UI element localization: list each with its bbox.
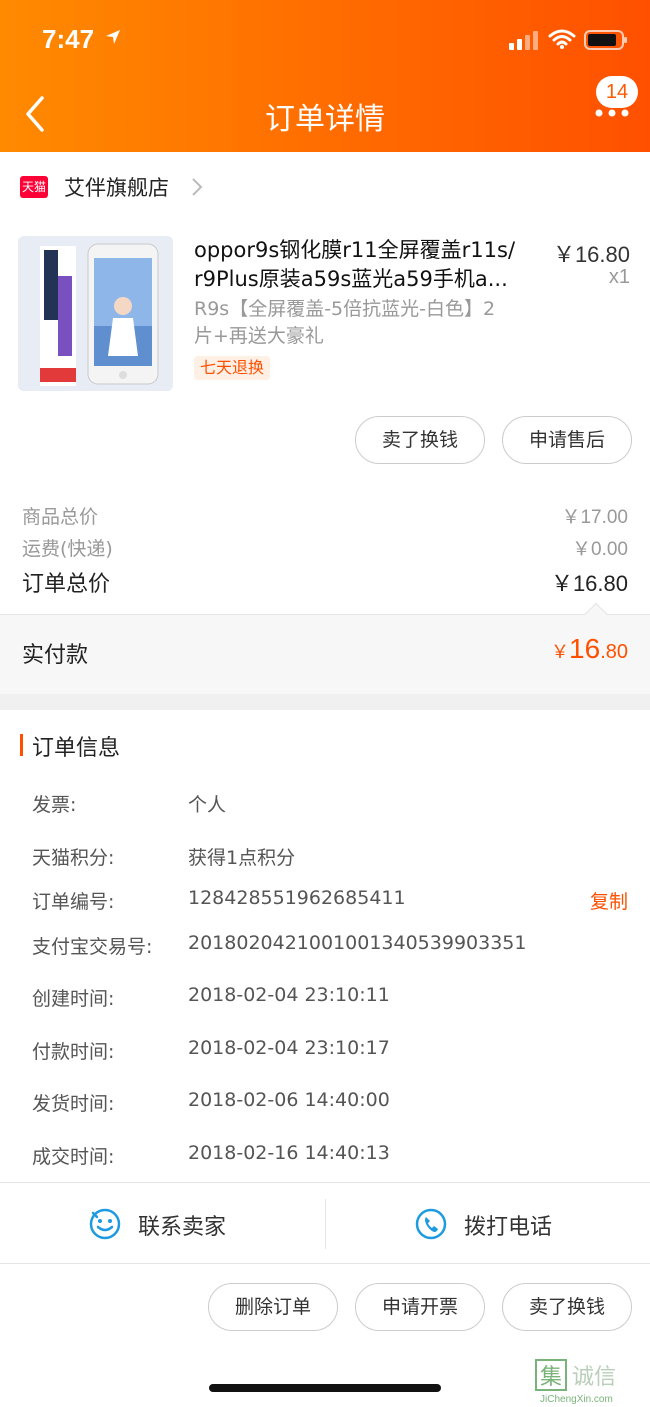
product-sku-line1: R9s【全屏覆盖-5倍抗蓝光-白色】2 xyxy=(194,298,496,320)
info-value: 获得1点积分 xyxy=(188,847,296,869)
product-title-line1: oppor9s钢化膜r11全屏覆盖r11s/ xyxy=(194,238,516,262)
paid-currency: ￥ xyxy=(551,642,570,662)
info-label: 支付宝交易号: xyxy=(32,936,153,958)
product-title[interactable]: oppor9s钢化膜r11全屏覆盖r11s/ r9Plus原装a59s蓝光a59… xyxy=(194,236,534,294)
info-row-completed-time: 成交时间: 2018-02-16 14:40:13 xyxy=(0,1142,650,1172)
info-value: 2018-02-06 14:40:00 xyxy=(188,1089,390,1111)
return-policy-tag: 七天退换 xyxy=(194,356,271,380)
info-row-paid-time: 付款时间: 2018-02-04 23:10:17 xyxy=(0,1037,650,1067)
goods-total-value: ￥17.00 xyxy=(561,507,628,528)
order-total-value: ￥16.80 xyxy=(550,571,628,596)
info-label: 发票: xyxy=(32,794,77,816)
info-value: 2018-02-16 14:40:13 xyxy=(188,1142,390,1164)
info-label: 成交时间: xyxy=(32,1146,115,1168)
shop-row[interactable]: 天猫 艾伴旗舰店 xyxy=(0,152,650,220)
info-label: 付款时间: xyxy=(32,1041,115,1063)
after-sales-button[interactable]: 申请售后 xyxy=(502,416,632,464)
goods-total-label: 商品总价 xyxy=(22,506,99,528)
signal-icon xyxy=(509,31,538,50)
info-row-invoice: 发票: 个人 xyxy=(0,790,650,820)
more-dots-icon[interactable] xyxy=(594,106,630,120)
contact-seller-button[interactable]: 联系卖家 xyxy=(88,1183,288,1265)
product-sku-line2: 片+再送大豪礼 xyxy=(194,325,324,347)
product-sku: R9s【全屏覆盖-5倍抗蓝光-白色】2 片+再送大豪礼 xyxy=(194,296,544,350)
delete-order-button[interactable]: 删除订单 xyxy=(208,1283,338,1331)
chevron-right-icon xyxy=(192,178,203,196)
shipping-value: ￥0.00 xyxy=(572,539,628,560)
info-label: 发货时间: xyxy=(32,1093,115,1115)
info-value: 2018020421001001340539903351 xyxy=(188,932,527,954)
status-time: 7:47 xyxy=(42,24,95,54)
contact-bar: 联系卖家 拨打电话 xyxy=(0,1182,650,1264)
page-title: 订单详情 xyxy=(265,102,385,137)
shipping-label: 运费(快递) xyxy=(22,538,113,560)
home-indicator[interactable] xyxy=(209,1384,441,1392)
sell-for-cash-bottom-button[interactable]: 卖了换钱 xyxy=(502,1283,632,1331)
call-phone-label: 拨打电话 xyxy=(464,1215,553,1240)
info-value: 2018-02-04 23:10:17 xyxy=(188,1037,390,1059)
battery-icon xyxy=(584,30,627,50)
section-accent-bar xyxy=(20,734,23,756)
copy-order-number-button[interactable]: 复制 xyxy=(590,887,628,914)
info-row-order-number: 订单编号: 128428551962685411 复制 xyxy=(0,887,650,917)
info-label: 创建时间: xyxy=(32,988,115,1010)
paid-decimal: .80 xyxy=(600,641,628,663)
info-row-points: 天猫积分: 获得1点积分 xyxy=(0,843,650,873)
sell-for-cash-button[interactable]: 卖了换钱 xyxy=(355,416,485,464)
paid-amount-box: 实付款 ￥16.80 xyxy=(0,602,650,694)
info-value: 个人 xyxy=(188,794,227,816)
order-total-label: 订单总价 xyxy=(22,572,111,597)
caret-pointer xyxy=(584,602,608,626)
paid-value: ￥16.80 xyxy=(551,633,628,665)
product-title-line2: r9Plus原装a59s蓝光a59手机a... xyxy=(194,267,508,291)
svg-text:集: 集 xyxy=(540,1365,562,1390)
call-phone-button[interactable]: 拨打电话 xyxy=(414,1183,614,1265)
product-image[interactable] xyxy=(18,236,173,391)
product-thumbnail-graphic xyxy=(18,236,173,391)
paid-integer: 16 xyxy=(569,633,601,664)
info-value: 2018-02-04 23:10:11 xyxy=(188,984,390,1006)
info-row-alipay-number: 支付宝交易号: 2018020421001001340539903351 xyxy=(0,932,650,962)
info-row-shipped-time: 发货时间: 2018-02-06 14:40:00 xyxy=(0,1089,650,1119)
location-arrow-icon xyxy=(106,30,120,44)
contact-divider xyxy=(325,1199,326,1249)
chat-face-icon xyxy=(89,1208,121,1240)
info-label: 天猫积分: xyxy=(32,847,115,869)
info-row-created-time: 创建时间: 2018-02-04 23:10:11 xyxy=(0,984,650,1014)
svg-text:诚信: 诚信 xyxy=(572,1365,616,1390)
info-label: 订单编号: xyxy=(32,891,115,913)
message-badge[interactable]: 14 xyxy=(596,76,638,108)
product-price: ￥16.80 xyxy=(552,242,630,267)
request-invoice-button[interactable]: 申请开票 xyxy=(355,1283,485,1331)
phone-icon xyxy=(415,1208,447,1240)
order-info-title: 订单信息 xyxy=(32,736,121,761)
paid-label: 实付款 xyxy=(22,643,89,668)
shop-name[interactable]: 艾伴旗舰店 xyxy=(64,172,169,202)
watermark-text: JiChengXin.com xyxy=(540,1394,613,1405)
nav-header: 7:47 订单详情 14 xyxy=(0,0,650,152)
contact-seller-label: 联系卖家 xyxy=(138,1215,227,1240)
tmall-icon: 天猫 xyxy=(20,176,48,198)
product-quantity: x1 xyxy=(608,266,630,288)
wifi-icon xyxy=(548,29,576,49)
info-value: 128428551962685411 xyxy=(188,887,406,909)
section-divider xyxy=(0,694,650,710)
